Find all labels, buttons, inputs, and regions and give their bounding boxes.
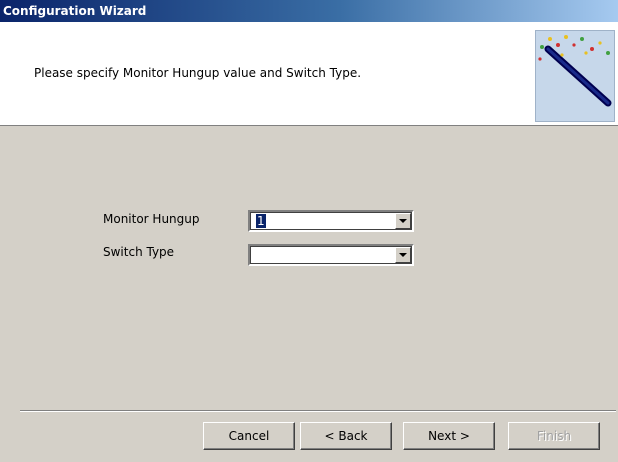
cancel-button[interactable]: Cancel: [203, 422, 295, 450]
finish-button[interactable]: Finish: [508, 422, 600, 450]
monitor-hungup-value: 1: [256, 214, 266, 228]
monitor-hungup-dropdown-arrow-icon[interactable]: [395, 213, 411, 229]
configuration-wizard-window: Configuration Wizard Please specify Moni…: [0, 0, 618, 462]
footer-separator: [20, 410, 616, 412]
next-button[interactable]: Next >: [403, 422, 495, 450]
header-instruction: Please specify Monitor Hungup value and …: [34, 66, 362, 80]
wizard-header: Please specify Monitor Hungup value and …: [0, 22, 618, 126]
switch-type-combobox[interactable]: [248, 244, 414, 266]
window-title: Configuration Wizard: [3, 4, 147, 18]
monitor-hungup-combobox[interactable]: 1: [248, 210, 414, 232]
monitor-hungup-label: Monitor Hungup: [103, 212, 200, 226]
magic-wand-icon: [535, 30, 615, 122]
title-bar: Configuration Wizard: [0, 0, 618, 22]
back-button[interactable]: < Back: [300, 422, 392, 450]
switch-type-label: Switch Type: [103, 245, 175, 259]
switch-type-dropdown-arrow-icon[interactable]: [395, 247, 411, 263]
